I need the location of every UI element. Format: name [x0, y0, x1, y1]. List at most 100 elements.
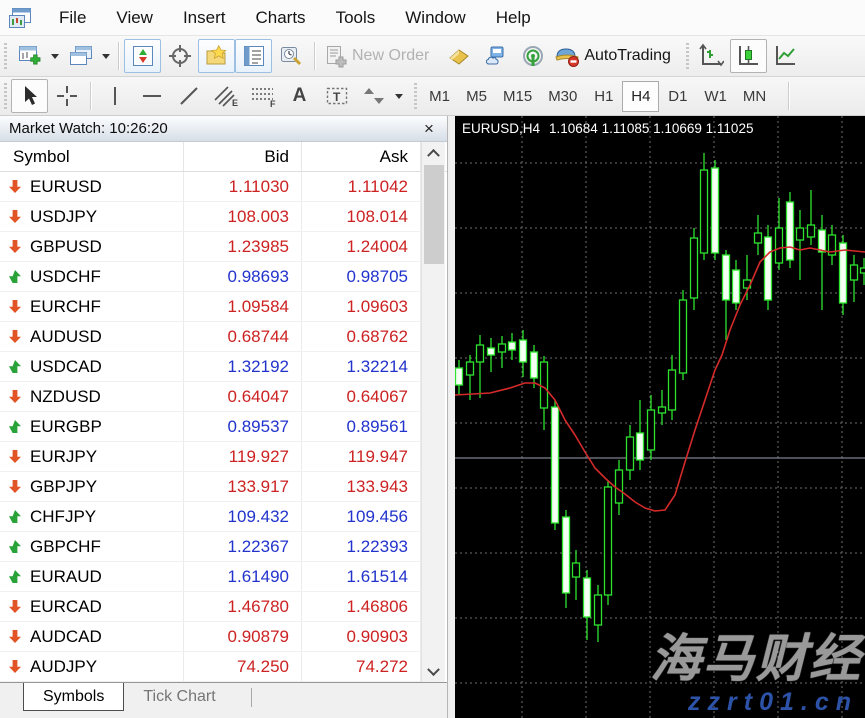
new-chart-button[interactable]	[11, 39, 48, 73]
tab-symbols[interactable]: Symbols	[23, 683, 124, 711]
terminal-toggle-button[interactable]	[235, 39, 272, 73]
vertical-line-tool-button[interactable]	[96, 79, 133, 113]
market-watch-row[interactable]: AUDJPY74.25074.272	[0, 652, 421, 682]
market-watch-row[interactable]: USDCAD1.321921.32214	[0, 352, 421, 382]
price-down-icon	[9, 660, 21, 673]
chart-panel[interactable]: EURUSD,H4 1.10684 1.11085 1.10669 1.1102…	[455, 116, 865, 718]
menu-window[interactable]: Window	[390, 8, 480, 28]
market-watch-row[interactable]: CHFJPY109.432109.456	[0, 502, 421, 532]
arrows-tool-dropdown[interactable]	[392, 79, 406, 113]
signals-button[interactable]	[514, 39, 551, 73]
toolbar-separator	[90, 82, 91, 110]
scrollbar-thumb[interactable]	[424, 165, 444, 264]
toolbar-grip[interactable]	[412, 81, 419, 111]
chart-line-button[interactable]	[767, 39, 804, 73]
market-watch-row[interactable]: EURGBP0.895370.89561	[0, 412, 421, 442]
chart-title: EURUSD,H4 1.10684 1.11085 1.10669 1.1102…	[462, 121, 753, 136]
price-down-icon	[9, 390, 21, 403]
signals-icon	[521, 44, 545, 68]
menu-insert[interactable]: Insert	[168, 8, 241, 28]
market-watch-titlebar[interactable]: Market Watch: 10:26:20 ×	[0, 116, 447, 142]
timeframe-W1[interactable]: W1	[696, 81, 735, 112]
symbol-label: GBPJPY	[30, 477, 97, 497]
community-button[interactable]	[477, 39, 514, 73]
text-label-tool-button[interactable]: T	[318, 79, 355, 113]
close-icon[interactable]: ×	[420, 120, 438, 137]
price-down-icon	[9, 480, 21, 493]
timeframe-MN[interactable]: MN	[735, 81, 774, 112]
market-watch-row[interactable]: EURAUD1.614901.61514	[0, 562, 421, 592]
market-watch-toggle-button[interactable]	[124, 39, 161, 73]
tab-tick-chart[interactable]: Tick Chart	[124, 683, 234, 711]
strategy-tester-button[interactable]	[272, 39, 309, 73]
column-header-bid[interactable]: Bid	[184, 142, 302, 171]
trendline-tool-button[interactable]	[170, 79, 207, 113]
profiles-dropdown[interactable]	[99, 39, 113, 73]
market-watch-row[interactable]: EURCHF1.095841.09603	[0, 292, 421, 322]
timeframe-H1[interactable]: H1	[585, 81, 622, 112]
symbol-cell: AUDUSD	[0, 322, 184, 351]
profiles-button[interactable]	[62, 39, 99, 73]
bid-value: 108.003	[184, 202, 302, 231]
ask-value: 119.947	[302, 442, 421, 471]
market-watch-row[interactable]: USDCHF0.986930.98705	[0, 262, 421, 292]
timeframe-M5[interactable]: M5	[458, 81, 495, 112]
fibonacci-tool-button[interactable]: F	[244, 79, 281, 113]
symbol-cell: EURUSD	[0, 172, 184, 201]
menu-view[interactable]: View	[101, 8, 168, 28]
symbol-label: EURUSD	[30, 177, 102, 197]
menu-tools[interactable]: Tools	[321, 8, 391, 28]
autotrading-button[interactable]: AutoTrading	[551, 39, 682, 73]
metaeditor-button[interactable]	[440, 39, 477, 73]
scroll-down-button[interactable]	[422, 662, 445, 682]
market-watch-row[interactable]: NZDUSD0.640470.64067	[0, 382, 421, 412]
metaeditor-icon	[446, 44, 472, 68]
timeframe-D1[interactable]: D1	[659, 81, 696, 112]
scroll-up-button[interactable]	[422, 142, 445, 162]
crosshair-tool-button[interactable]	[48, 79, 85, 113]
market-watch-row[interactable]: EURCAD1.467801.46806	[0, 592, 421, 622]
horizontal-line-tool-button[interactable]	[133, 79, 170, 113]
timeframe-H4[interactable]: H4	[622, 81, 659, 112]
toolbar-grip[interactable]	[2, 41, 9, 71]
market-watch-row[interactable]: AUDCAD0.908790.90903	[0, 622, 421, 652]
menu-file[interactable]: File	[44, 8, 101, 28]
market-watch-row[interactable]: EURUSD1.110301.11042	[0, 172, 421, 202]
symbol-label: AUDCAD	[30, 627, 102, 647]
market-watch-row[interactable]: USDJPY108.003108.014	[0, 202, 421, 232]
channel-tool-button[interactable]: E	[207, 79, 244, 113]
symbol-cell: GBPUSD	[0, 232, 184, 261]
column-header-symbol[interactable]: Symbol	[0, 142, 184, 171]
market-watch-row[interactable]: EURJPY119.927119.947	[0, 442, 421, 472]
menu-help[interactable]: Help	[481, 8, 546, 28]
timeframe-M15[interactable]: M15	[495, 81, 540, 112]
new-chart-dropdown[interactable]	[48, 39, 62, 73]
market-watch-header: Symbol Bid Ask	[0, 142, 447, 172]
text-tool-button[interactable]: A	[281, 79, 318, 113]
toolbar-grip[interactable]	[684, 41, 691, 71]
trendline-icon	[177, 84, 201, 108]
market-watch-panel: Market Watch: 10:26:20 × Symbol Bid Ask …	[0, 116, 448, 718]
menu-charts[interactable]: Charts	[240, 8, 320, 28]
arrow-objects-icon	[362, 84, 386, 108]
column-header-ask[interactable]: Ask	[302, 142, 421, 171]
market-watch-row[interactable]: GBPUSD1.239851.24004	[0, 232, 421, 262]
ask-value: 0.98705	[302, 262, 421, 291]
navigator-toggle-button[interactable]	[198, 39, 235, 73]
data-window-button[interactable]	[161, 39, 198, 73]
cursor-tool-button[interactable]	[11, 79, 48, 113]
arrows-tool-button[interactable]	[355, 79, 392, 113]
market-watch-row[interactable]: GBPJPY133.917133.943	[0, 472, 421, 502]
svg-text:E: E	[232, 98, 238, 108]
timeframe-M30[interactable]: M30	[540, 81, 585, 112]
chart-bars-button[interactable]	[693, 39, 730, 73]
toolbar-grip[interactable]	[2, 81, 9, 111]
timeframe-M1[interactable]: M1	[421, 81, 458, 112]
autotrading-label: AutoTrading	[581, 47, 679, 65]
market-watch-row[interactable]: GBPCHF1.223671.22393	[0, 532, 421, 562]
ask-value: 1.11042	[302, 172, 421, 201]
market-watch-scrollbar[interactable]	[421, 142, 445, 682]
chart-candles-button[interactable]	[730, 39, 767, 73]
new-order-button[interactable]: New Order	[320, 39, 440, 73]
market-watch-row[interactable]: AUDUSD0.687440.68762	[0, 322, 421, 352]
